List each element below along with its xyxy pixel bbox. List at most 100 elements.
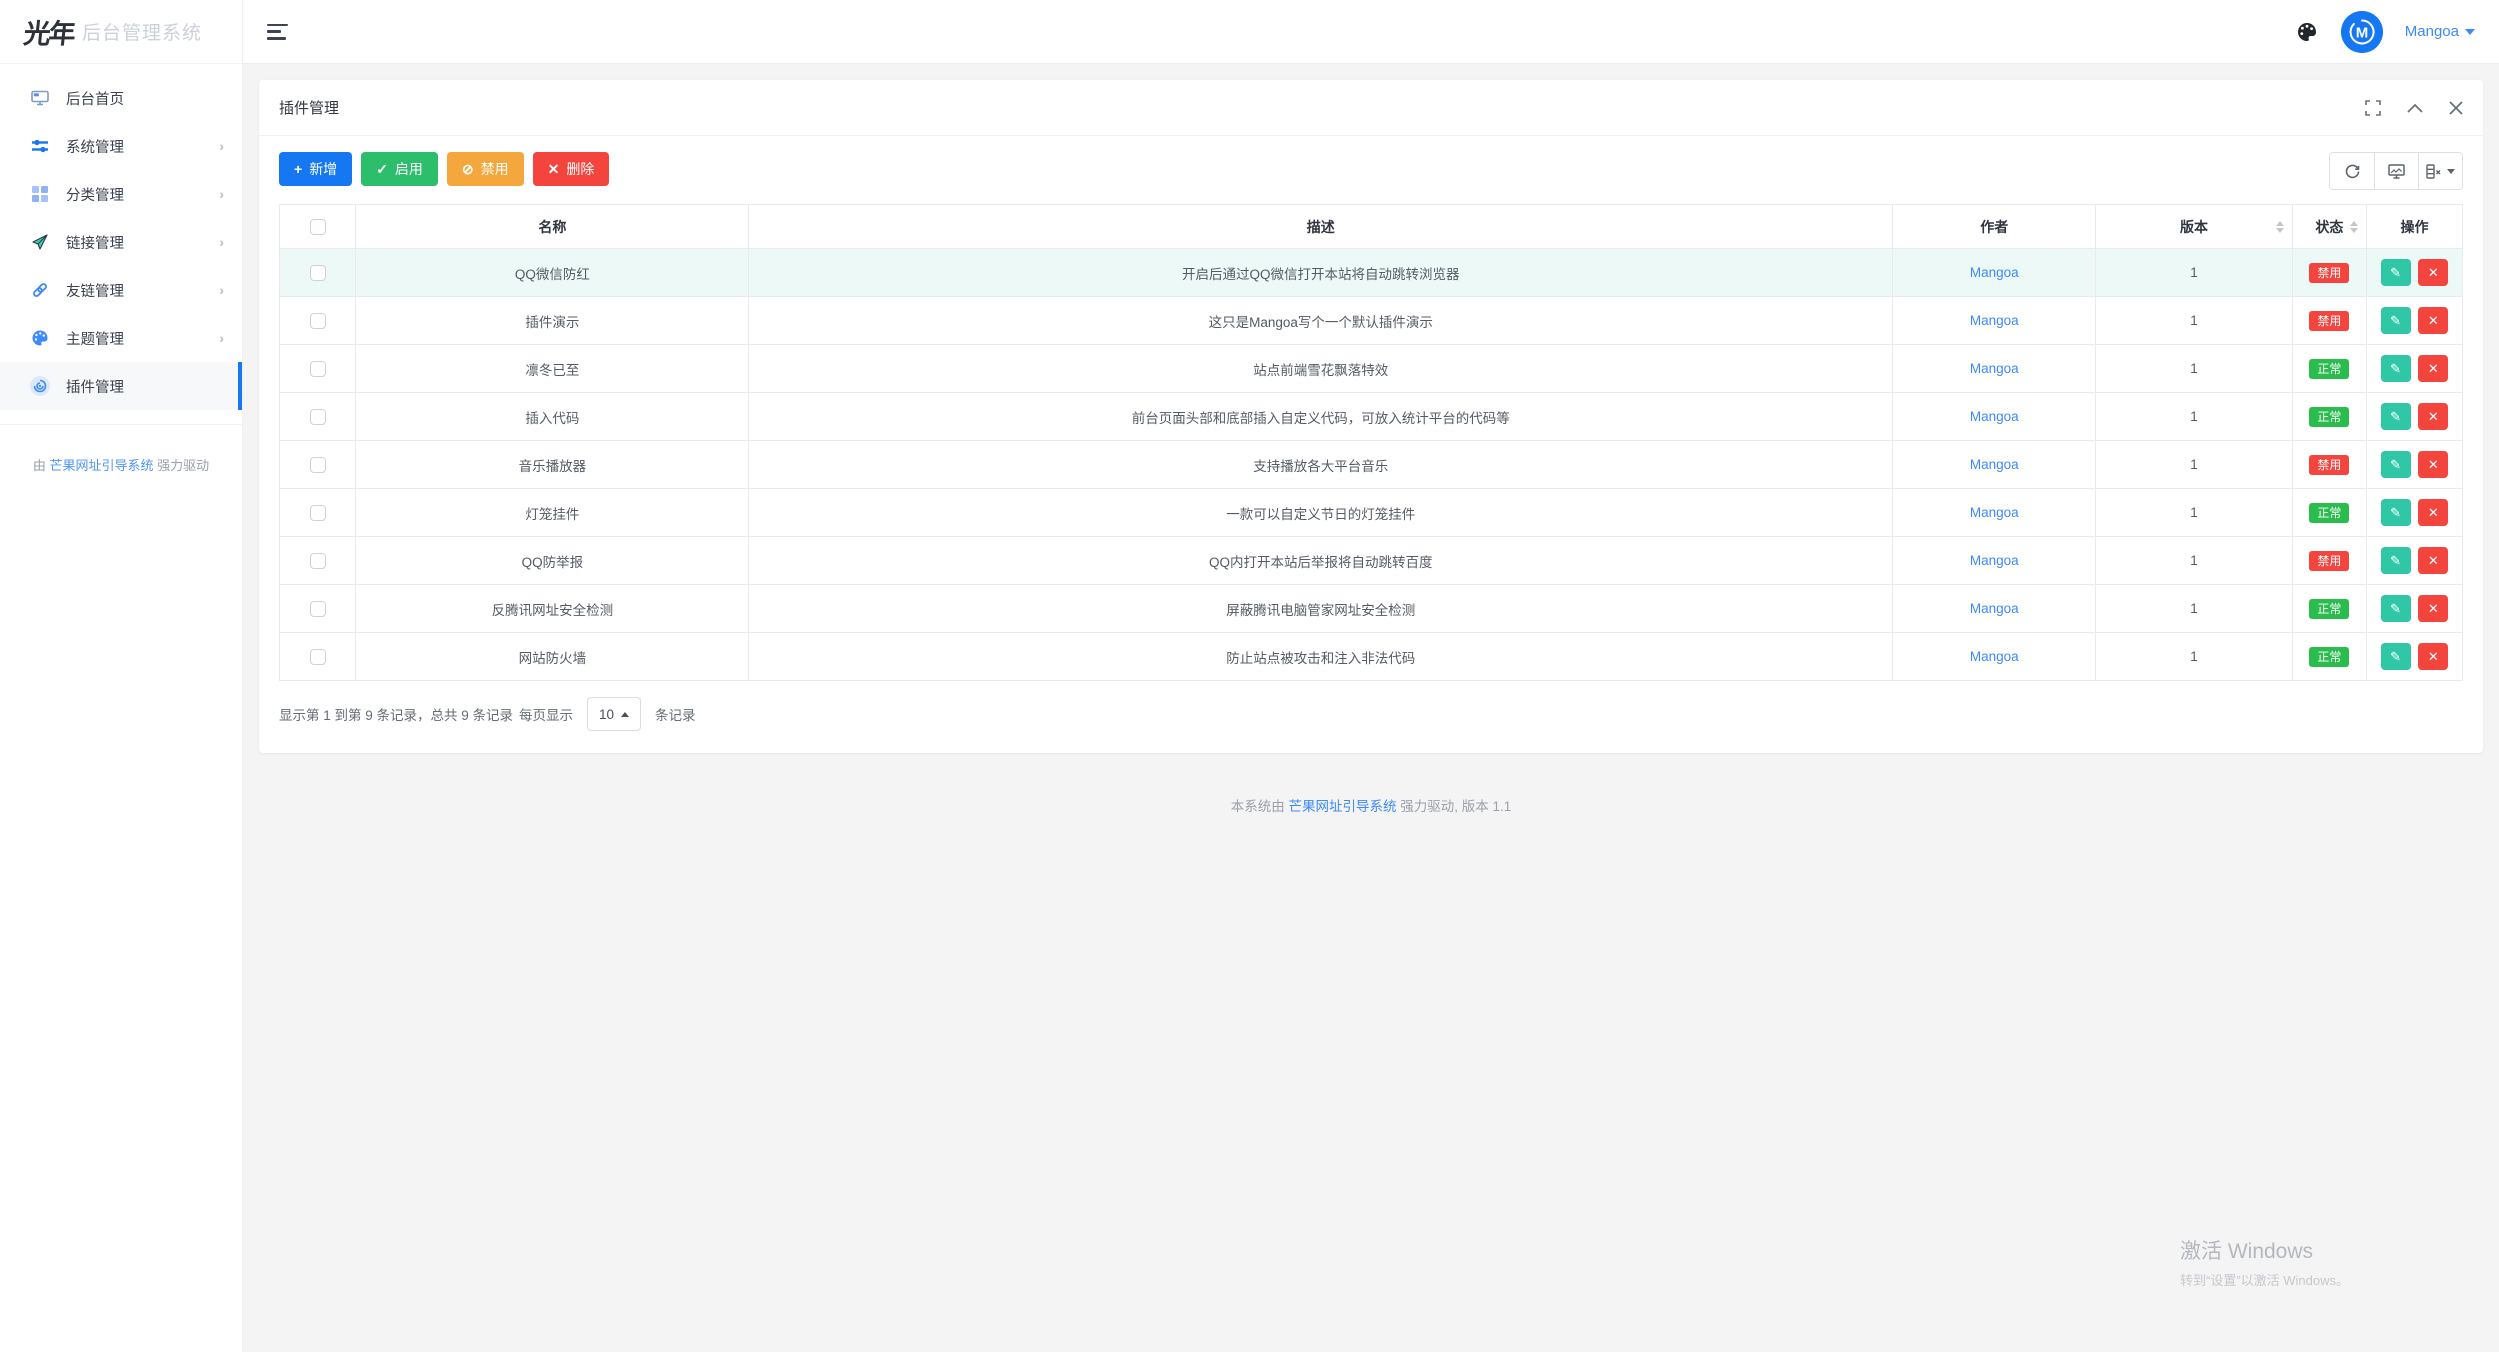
columns-button[interactable] xyxy=(2418,153,2462,189)
edit-button[interactable]: ✎ xyxy=(2381,259,2411,286)
logo-glyph: 光年 xyxy=(22,12,76,51)
column-header-status[interactable]: 状态 xyxy=(2292,205,2366,249)
row-checkbox[interactable] xyxy=(310,361,326,377)
row-checkbox[interactable] xyxy=(310,313,326,329)
per-page-suffix: 条记录 xyxy=(655,704,696,724)
status-badge: 正常 xyxy=(2309,503,2349,523)
sidebar-item-label: 后台首页 xyxy=(66,88,224,109)
table-row: QQ防举报 QQ内打开本站后举报将自动跳转百度 Mangoa 1 禁用 ✎ ✕ xyxy=(280,537,2463,585)
user-avatar[interactable]: M xyxy=(2341,11,2383,53)
edit-button[interactable]: ✎ xyxy=(2381,547,2411,574)
sidebar-item-label: 链接管理 xyxy=(66,232,219,253)
row-checkbox-cell xyxy=(280,633,356,681)
row-checkbox[interactable] xyxy=(310,457,326,473)
close-icon[interactable] xyxy=(2449,101,2463,115)
delete-button[interactable]: ✕ 删除 xyxy=(533,152,610,186)
footer-prefix: 本系统由 xyxy=(1231,799,1285,814)
author-link[interactable]: Mangoa xyxy=(1970,457,2019,472)
row-checkbox[interactable] xyxy=(310,553,326,569)
author-link[interactable]: Mangoa xyxy=(1970,361,2019,376)
sidebar-footer-link[interactable]: 芒果网址引导系统 xyxy=(49,458,153,473)
row-checkbox[interactable] xyxy=(310,505,326,521)
chevron-right-icon: › xyxy=(219,282,224,298)
disable-button[interactable]: ⊘ 禁用 xyxy=(447,152,524,186)
plugin-status-cell: 正常 xyxy=(2292,393,2366,441)
row-checkbox[interactable] xyxy=(310,649,326,665)
select-all-checkbox[interactable] xyxy=(310,219,326,235)
fullscreen-icon[interactable] xyxy=(2365,100,2381,116)
row-delete-button[interactable]: ✕ xyxy=(2418,451,2448,478)
row-delete-button[interactable]: ✕ xyxy=(2418,643,2448,670)
column-header-version[interactable]: 版本 xyxy=(2096,205,2292,249)
sidebar-item-system[interactable]: 系统管理 › xyxy=(0,122,242,170)
status-badge: 禁用 xyxy=(2309,455,2349,475)
edit-button[interactable]: ✎ xyxy=(2381,643,2411,670)
collapse-icon[interactable] xyxy=(2407,103,2423,113)
row-delete-button[interactable]: ✕ xyxy=(2418,355,2448,382)
author-link[interactable]: Mangoa xyxy=(1970,649,2019,664)
enable-button[interactable]: ✓ 启用 xyxy=(361,152,438,186)
edit-button[interactable]: ✎ xyxy=(2381,403,2411,430)
plugin-status-cell: 禁用 xyxy=(2292,297,2366,345)
table-view-controls xyxy=(2329,152,2463,190)
row-delete-button[interactable]: ✕ xyxy=(2418,403,2448,430)
user-menu[interactable]: Mangoa xyxy=(2405,23,2475,40)
row-checkbox-cell xyxy=(280,489,356,537)
plugin-description-cell: 站点前端雪花飘落特效 xyxy=(749,345,1893,393)
sort-icon[interactable] xyxy=(2276,221,2284,233)
author-link[interactable]: Mangoa xyxy=(1970,601,2019,616)
sidebar-item-friend-links[interactable]: 友链管理 › xyxy=(0,266,242,314)
row-actions-cell: ✎ ✕ xyxy=(2366,249,2462,297)
row-delete-button[interactable]: ✕ xyxy=(2418,547,2448,574)
row-checkbox[interactable] xyxy=(310,409,326,425)
row-actions-cell: ✎ ✕ xyxy=(2366,297,2462,345)
sidebar-item-dashboard[interactable]: 后台首页 xyxy=(0,74,242,122)
plugin-description-cell: QQ内打开本站后举报将自动跳转百度 xyxy=(749,537,1893,585)
plugin-author-cell: Mangoa xyxy=(1893,345,2096,393)
edit-button[interactable]: ✎ xyxy=(2381,451,2411,478)
sidebar-item-plugins[interactable]: 插件管理 xyxy=(0,362,242,410)
refresh-button[interactable] xyxy=(2330,153,2374,189)
plugin-description-cell: 防止站点被攻击和注入非法代码 xyxy=(749,633,1893,681)
main-content: 插件管理 + 新增 ✓ 启用 xyxy=(243,64,2499,1352)
author-link[interactable]: Mangoa xyxy=(1970,505,2019,520)
desktop-icon xyxy=(30,88,50,108)
edit-button[interactable]: ✎ xyxy=(2381,499,2411,526)
sidebar-item-category[interactable]: 分类管理 › xyxy=(0,170,242,218)
column-header-label: 版本 xyxy=(2180,219,2208,235)
sidebar-toggle-icon[interactable] xyxy=(267,24,289,40)
row-checkbox[interactable] xyxy=(310,601,326,617)
plugin-author-cell: Mangoa xyxy=(1893,297,2096,345)
edit-button[interactable]: ✎ xyxy=(2381,355,2411,382)
edit-button[interactable]: ✎ xyxy=(2381,595,2411,622)
page-size-select[interactable]: 10 xyxy=(587,697,641,731)
sort-icon[interactable] xyxy=(2350,221,2358,233)
sidebar-item-label: 友链管理 xyxy=(66,280,219,301)
plugin-name-cell: QQ微信防红 xyxy=(356,249,749,297)
toggle-view-button[interactable] xyxy=(2374,153,2418,189)
row-delete-button[interactable]: ✕ xyxy=(2418,307,2448,334)
row-delete-button[interactable]: ✕ xyxy=(2418,595,2448,622)
per-page-prefix: 每页显示 xyxy=(519,704,573,724)
sidebar-item-themes[interactable]: 主题管理 › xyxy=(0,314,242,362)
sidebar-item-links[interactable]: 链接管理 › xyxy=(0,218,242,266)
author-link[interactable]: Mangoa xyxy=(1970,265,2019,280)
add-button[interactable]: + 新增 xyxy=(279,152,352,186)
theme-palette-icon[interactable] xyxy=(2295,20,2319,44)
plugin-status-cell: 正常 xyxy=(2292,489,2366,537)
author-link[interactable]: Mangoa xyxy=(1970,313,2019,328)
plugin-status-cell: 正常 xyxy=(2292,585,2366,633)
plugin-name-cell: 凛冬已至 xyxy=(356,345,749,393)
author-link[interactable]: Mangoa xyxy=(1970,553,2019,568)
row-delete-button[interactable]: ✕ xyxy=(2418,259,2448,286)
row-delete-button[interactable]: ✕ xyxy=(2418,499,2448,526)
status-badge: 禁用 xyxy=(2309,263,2349,283)
sliders-icon xyxy=(30,136,50,156)
plugin-version-cell: 1 xyxy=(2096,249,2292,297)
edit-button[interactable]: ✎ xyxy=(2381,307,2411,334)
disable-button-label: 禁用 xyxy=(481,159,509,179)
chevron-down-icon xyxy=(2447,169,2455,174)
footer-link[interactable]: 芒果网址引导系统 xyxy=(1288,799,1396,814)
row-checkbox[interactable] xyxy=(310,265,326,281)
author-link[interactable]: Mangoa xyxy=(1970,409,2019,424)
